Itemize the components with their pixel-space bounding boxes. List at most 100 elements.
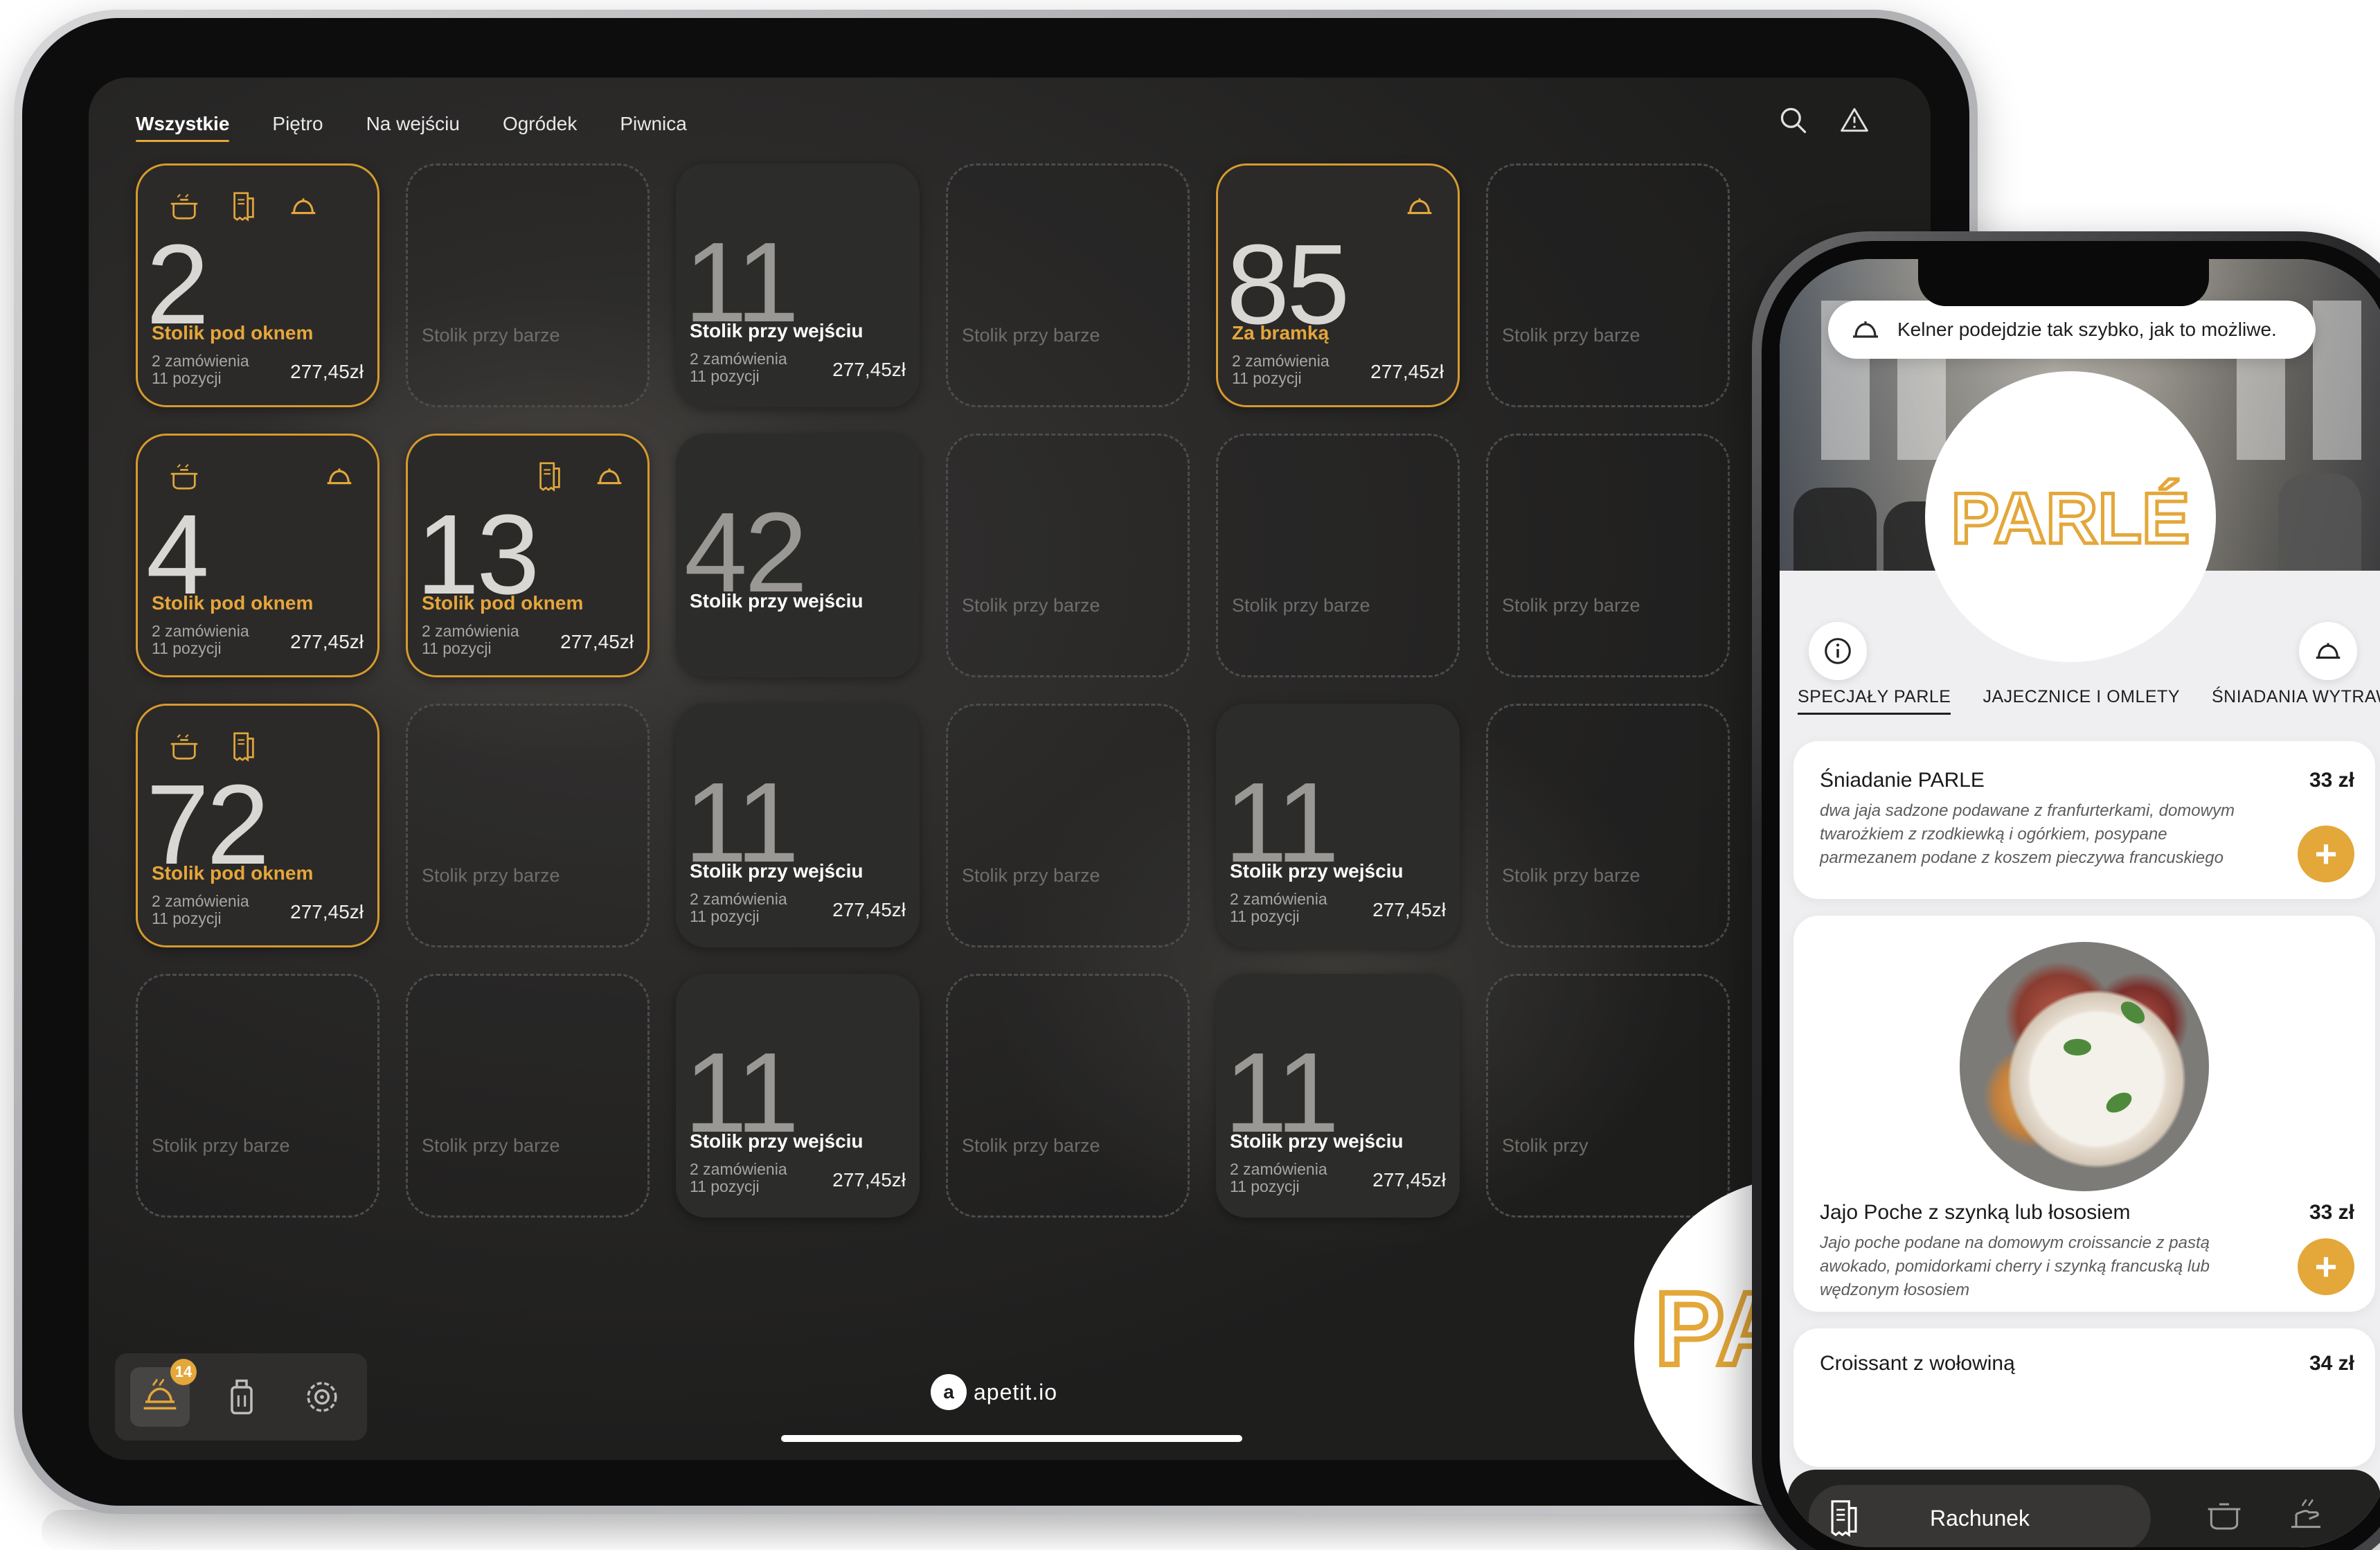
table-card[interactable]: 85 Za bramką 2 zamówienia 11 pozycji 277,45z… (1216, 163, 1460, 407)
order-summary: 2 zamówienia 11 pozycji (690, 1161, 787, 1195)
search-icon[interactable] (1778, 105, 1809, 136)
tab-na-wejsciu[interactable]: Na wejściu (366, 113, 460, 139)
bill-button-label: Rachunek (1929, 1505, 2030, 1531)
dish-garnish (2102, 1088, 2136, 1117)
menu-item-description: Jajo poche podane na domowym croissancie… (1820, 1233, 2210, 1299)
empty-table-card[interactable]: Stolik przy barze (406, 704, 650, 947)
category-specjaly-parle[interactable]: SPECJAŁY PARLE (1798, 687, 1951, 715)
table-total: 277,45zł (290, 631, 364, 652)
bill-button[interactable]: Rachunek (1809, 1485, 2151, 1547)
empty-table-card[interactable]: Stolik przy barze (946, 163, 1190, 407)
table-card[interactable]: 4 Stolik pod oknem 2 zamówienia 11 pozycji 2… (136, 434, 379, 677)
table-name: Stolik pod oknem (152, 322, 314, 344)
menu-item[interactable]: Jajo Poche z szynką lub łososiem 33 zł J… (1793, 916, 2375, 1312)
items-count: 11 pozycji (152, 909, 222, 927)
table-name: Stolik przy barze (1502, 865, 1640, 886)
orders-count: 2 zamówienia (690, 890, 787, 908)
parle-logo-text: PARLÉ (1951, 479, 2190, 559)
menu-item-name: Croissant z wołowiną (1820, 1352, 2015, 1375)
table-card[interactable]: 11 Stolik przy wejściu 2 zamówienia 11 pozy… (1216, 974, 1460, 1218)
pot-icon[interactable] (2205, 1495, 2244, 1533)
table-name: Stolik przy barze (422, 325, 560, 346)
menu-item[interactable]: Croissant z wołowiną 34 zł (1793, 1328, 2375, 1467)
table-card[interactable]: 11 Stolik przy wejściu 2 zamówienia 11 pozy… (676, 163, 920, 407)
hand-icon[interactable] (2287, 1495, 2325, 1533)
empty-table-card[interactable]: Stolik przy barze (1486, 434, 1730, 677)
empty-table-card[interactable]: Stolik przy barze (406, 163, 650, 407)
empty-table-card[interactable]: Stolik przy barze (1486, 163, 1730, 407)
items-count: 11 pozycji (1230, 907, 1300, 925)
brand-name: apetit.io (974, 1379, 1058, 1405)
phone-notch (1918, 259, 2209, 306)
items-count: 11 pozycji (152, 369, 222, 387)
menu-item-price: 34 zł (2309, 1352, 2354, 1375)
settings-icon (307, 1382, 337, 1412)
items-count: 11 pozycji (690, 367, 760, 385)
category-sniadania-wytrawne[interactable]: ŚNIADANIA WYTRAWNE (2212, 687, 2380, 715)
phone-screen: Kelner podejdzie tak szybko, jak to możl… (1780, 259, 2380, 1547)
orders-count: 2 zamówienia (1230, 890, 1327, 908)
menu-item[interactable]: Śniadanie PARLE 33 zł dwa jaja sadzone p… (1793, 741, 2375, 899)
tab-wszystkie[interactable]: Wszystkie (136, 113, 230, 142)
table-total: 277,45zł (290, 901, 364, 923)
stage: Wszystkie Piętro Na wejściu Ogródek Piwn… (0, 0, 2380, 1550)
empty-table-card[interactable]: Stolik przy barze (946, 434, 1190, 677)
table-total: 277,45zł (560, 631, 634, 652)
add-to-order-button[interactable]: + (2298, 826, 2354, 882)
warning-icon[interactable] (1839, 105, 1870, 136)
info-button[interactable] (1809, 622, 1867, 680)
table-name: Stolik pod oknem (152, 592, 314, 614)
table-card[interactable]: 11 Stolik przy wejściu 2 zamówienia 11 pozy… (1216, 704, 1460, 947)
table-name: Stolik przy barze (1502, 595, 1640, 616)
dish-garnish (2064, 1039, 2091, 1055)
empty-table-card[interactable]: Stolik przy barze (1486, 704, 1730, 947)
table-name: Stolik przy wejściu (690, 590, 864, 612)
table-card[interactable]: 72 Stolik pod oknem 2 zamówienia 11 pozycji… (136, 704, 379, 947)
add-to-order-button[interactable]: + (2298, 1238, 2354, 1295)
table-name: Stolik przy barze (962, 1135, 1100, 1156)
empty-table-card[interactable]: Stolik przy barze (1216, 434, 1460, 677)
settings-button[interactable] (292, 1367, 352, 1427)
table-card[interactable]: 2 Stolik pod oknem 2 zamówienia 11 pozycji 2… (136, 163, 379, 407)
category-jajecznice-i-omlety[interactable]: JAJECZNICE I OMLETY (1983, 687, 2180, 715)
orders-badge: 14 (170, 1359, 197, 1385)
photo-chair (1793, 488, 1877, 571)
phone-bottom-bar: Rachunek (1788, 1470, 2380, 1547)
table-card[interactable]: 13 Stolik pod oknem 2 zamówienia 11 pozycji… (406, 434, 650, 677)
apetit-mark: a (931, 1374, 967, 1410)
tables-grid: 2 Stolik pod oknem 2 zamówienia 11 pozycji 2… (136, 163, 1931, 1355)
cloche-icon (1404, 190, 1435, 226)
status-icons (1404, 190, 1435, 226)
table-total: 277,45zł (290, 361, 364, 382)
items-count: 11 pozycji (422, 639, 492, 657)
table-name: Stolik przy wejściu (690, 320, 864, 341)
table-card[interactable]: 42 Stolik przy wejściu (676, 434, 920, 677)
receipt-icon (228, 190, 260, 226)
table-card[interactable]: 11 Stolik przy wejściu 2 zamówienia 11 pozy… (676, 704, 920, 947)
empty-table-card[interactable]: Stolik przy barze (136, 974, 379, 1218)
call-waiter-button[interactable] (2299, 622, 2357, 680)
tab-piwnica[interactable]: Piwnica (620, 113, 686, 139)
empty-table-card[interactable]: Stolik przy barze (406, 974, 650, 1218)
tab-pietro[interactable]: Piętro (272, 113, 323, 139)
drinks-icon (231, 1379, 253, 1415)
menu-item-name: Jajo Poche z szynką lub łososiem (1820, 1201, 2131, 1224)
table-name: Stolik przy (1502, 1135, 1589, 1156)
table-name: Stolik przy wejściu (690, 860, 864, 882)
phone-device: Kelner podejdzie tak szybko, jak to możl… (1752, 231, 2380, 1550)
home-indicator[interactable] (781, 1435, 1242, 1442)
table-card[interactable]: 11 Stolik przy wejściu 2 zamówienia 11 pozy… (676, 974, 920, 1218)
cloche-icon (2316, 643, 2341, 659)
table-name: Stolik przy barze (962, 595, 1100, 616)
table-name: Stolik przy barze (422, 1135, 560, 1156)
empty-table-card[interactable]: Stolik przy barze (946, 704, 1190, 947)
drinks-button[interactable] (212, 1367, 271, 1427)
orders-button[interactable]: 14 (130, 1359, 197, 1427)
tab-ogrodek[interactable]: Ogródek (503, 113, 577, 139)
empty-table-card[interactable]: Stolik przy barze (946, 974, 1190, 1218)
receipt-icon (534, 461, 566, 496)
items-count: 11 pozycji (152, 639, 222, 657)
parle-logo-art: PARLÉ (1949, 477, 2192, 561)
order-summary: 2 zamówienia 11 pozycji (1230, 1161, 1327, 1195)
table-name: Stolik przy barze (152, 1135, 290, 1156)
